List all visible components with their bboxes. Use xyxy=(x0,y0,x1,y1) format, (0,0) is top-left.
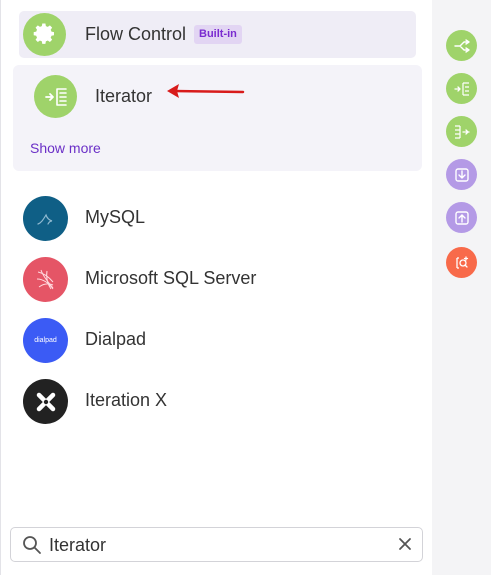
download-icon[interactable] xyxy=(446,159,477,190)
iterator-icon xyxy=(34,75,77,118)
search-box xyxy=(10,527,423,562)
upload-icon[interactable] xyxy=(446,202,477,233)
group-title: Flow Control xyxy=(85,24,187,44)
dialpad-icon: dialpad xyxy=(23,318,68,363)
aggregator-icon[interactable] xyxy=(446,116,477,147)
dialpad-logo-text: dialpad xyxy=(34,337,57,344)
app-item-dialpad[interactable]: dialpad Dialpad xyxy=(1,312,433,368)
app-item-mysql[interactable]: MySQL xyxy=(1,190,433,246)
gear-icon xyxy=(23,13,66,56)
app-item-iteration-x[interactable]: Iteration X xyxy=(1,373,433,429)
router-icon[interactable] xyxy=(446,30,477,61)
module-picker-panel: Flow Control Built-in Iterator Show more xyxy=(0,0,433,575)
red-arrow-annotation xyxy=(167,84,245,98)
mysql-icon xyxy=(23,196,68,241)
app-label: MySQL xyxy=(85,207,146,227)
module-label: Iterator xyxy=(95,86,153,106)
flow-control-modules: Iterator Show more xyxy=(13,65,422,171)
search-plus-icon[interactable] xyxy=(446,247,477,278)
quick-tools-rail xyxy=(432,0,491,575)
search-input[interactable] xyxy=(49,533,379,557)
flow-control-group-header[interactable]: Flow Control Built-in xyxy=(19,11,416,58)
built-in-badge: Built-in xyxy=(194,25,242,44)
iterator-icon[interactable] xyxy=(446,73,477,104)
search-icon xyxy=(23,536,41,554)
app-item-microsoft-sql-server[interactable]: Microsoft SQL Server xyxy=(1,251,433,307)
sql-server-icon xyxy=(23,257,68,302)
app-label: Dialpad xyxy=(85,329,147,349)
show-more-link[interactable]: Show more xyxy=(30,140,101,156)
module-item-iterator[interactable]: Iterator xyxy=(13,65,422,127)
close-icon[interactable] xyxy=(398,537,412,551)
app-label: Microsoft SQL Server xyxy=(85,268,257,288)
iteration-x-icon xyxy=(23,379,68,424)
app-label: Iteration X xyxy=(85,390,168,410)
